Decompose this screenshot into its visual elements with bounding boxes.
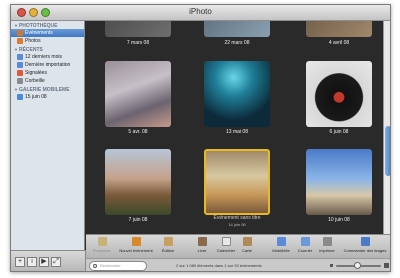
book-button[interactable]: Livre xyxy=(193,237,211,257)
zoom-slider-knob[interactable] xyxy=(354,262,361,269)
selected-event-thumbnail[interactable] xyxy=(204,149,270,215)
events-icon xyxy=(17,30,23,36)
merge-button[interactable]: Fusionner xyxy=(88,237,116,257)
event-thumbnail[interactable] xyxy=(306,149,372,215)
sidebar-item-photos[interactable]: Photos xyxy=(11,37,84,45)
sidebar-item-gallery-album[interactable]: 15 juin 08 xyxy=(11,93,84,101)
slideshow-button[interactable]: ▶ xyxy=(39,257,49,267)
photos-icon xyxy=(17,38,23,44)
print-button[interactable]: Imprimer xyxy=(317,237,337,257)
event-date: 4 avril 08 xyxy=(328,40,350,46)
sidebar-item-trash[interactable]: Corbeille xyxy=(11,77,84,85)
print-icon xyxy=(322,237,332,246)
zoom-large-icon xyxy=(384,263,389,268)
event-thumbnail[interactable] xyxy=(306,21,372,37)
zoom-small-icon xyxy=(330,264,333,267)
window-title: iPhoto xyxy=(189,7,212,16)
event-subtitle-date: 14 juin 08 xyxy=(228,222,246,227)
order-prints-button[interactable]: Commander des tirages xyxy=(340,237,390,257)
source-list: ▼PHOTOTHÈQUE Événements Photos ▼RÉCENTS … xyxy=(11,21,85,250)
calendar-icon xyxy=(221,237,231,246)
event-thumbnail[interactable] xyxy=(306,61,372,127)
event-thumbnail[interactable] xyxy=(105,149,171,215)
vertical-scrollbar[interactable] xyxy=(383,21,390,234)
sidebar-action-bar: + i ▶ ⤢ xyxy=(11,250,86,271)
order-prints-icon xyxy=(360,237,370,246)
sidebar-item-events[interactable]: Événements xyxy=(11,29,84,37)
event-date: 10 juin 08 xyxy=(328,217,350,223)
calendar-button[interactable]: Calendrier xyxy=(214,237,238,257)
sidebar-item-last-12-months[interactable]: 12 derniers mois xyxy=(11,53,84,61)
import-album-icon xyxy=(17,62,23,68)
event-thumbnail[interactable] xyxy=(204,61,270,127)
search-icon xyxy=(93,264,97,268)
title-bar: iPhoto xyxy=(11,5,390,21)
sidebar-item-last-import[interactable]: Dernière importation xyxy=(11,61,84,69)
book-icon xyxy=(197,237,207,246)
mobileme-button[interactable]: MobileMe xyxy=(270,237,292,257)
flag-icon xyxy=(17,70,23,76)
event-thumbnail[interactable] xyxy=(105,61,171,127)
event-date: 7 juin 08 xyxy=(128,217,148,223)
new-event-icon xyxy=(131,237,141,246)
mail-button[interactable]: Courrier xyxy=(295,237,315,257)
edit-button[interactable]: Édition xyxy=(157,237,179,257)
info-button[interactable]: i xyxy=(27,257,37,267)
mail-icon xyxy=(300,237,310,246)
calendar-album-icon xyxy=(17,54,23,60)
scroll-thumb[interactable] xyxy=(385,126,390,176)
status-bar: Rechercher 2 sur 1 080 éléments dans 1 s… xyxy=(86,258,390,271)
add-button[interactable]: + xyxy=(15,257,25,267)
mobileme-icon xyxy=(276,237,286,246)
event-date: 22 mars 08 xyxy=(224,40,250,46)
event-title[interactable]: Événement sans titre xyxy=(207,215,267,221)
event-thumbnail[interactable] xyxy=(105,21,171,37)
event-date: 13 mai 08 xyxy=(226,129,248,135)
gallery-album-icon xyxy=(17,94,23,100)
iphoto-window: iPhoto ▼PHOTOTHÈQUE Événements Photos ▼R… xyxy=(10,4,391,272)
card-button[interactable]: Carte xyxy=(239,237,255,257)
item-count-status: 2 sur 1 080 éléments dans 1 sur 33 événe… xyxy=(176,263,262,268)
sidebar-item-flagged[interactable]: Signalées xyxy=(11,69,84,77)
merge-icon xyxy=(97,237,107,246)
search-field[interactable]: Rechercher xyxy=(89,261,147,271)
edit-icon xyxy=(163,237,173,246)
new-event-button[interactable]: Nouvel événement xyxy=(117,237,155,257)
event-date: 5 avr. 08 xyxy=(128,129,148,135)
events-grid: 7 mars 08 22 mars 08 4 avril 08 5 avr. 0… xyxy=(86,21,383,234)
event-date: 7 mars 08 xyxy=(126,40,150,46)
event-date: 6 juin 08 xyxy=(329,129,349,135)
event-thumbnail[interactable] xyxy=(204,21,270,37)
toolbar: Fusionner Nouvel événement Édition Livre… xyxy=(86,234,390,258)
full-screen-button[interactable]: ⤢ xyxy=(51,257,61,267)
card-icon xyxy=(242,237,252,246)
trash-icon xyxy=(17,78,23,84)
